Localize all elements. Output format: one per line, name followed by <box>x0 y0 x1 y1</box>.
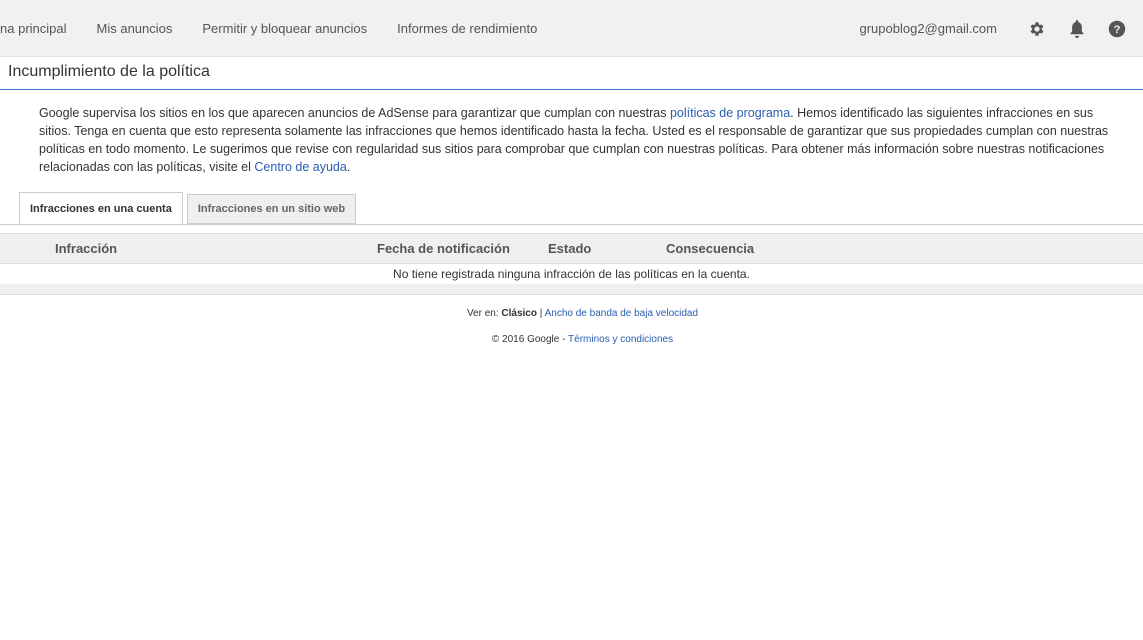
footer-separator: | <box>536 308 545 319</box>
view-options: Ver en: Clásico | Ancho de banda de baja… <box>0 308 1143 319</box>
nav-item-home[interactable]: Página principal <box>0 21 67 36</box>
bell-icon[interactable] <box>1067 19 1087 39</box>
nav-item-performance-reports[interactable]: Informes de rendimiento <box>397 21 537 36</box>
violation-tabs: Infracciones en una cuenta Infracciones … <box>19 192 360 225</box>
page-title: Incumplimiento de la política <box>8 63 210 80</box>
low-bandwidth-link[interactable]: Ancho de banda de baja velocidad <box>545 308 698 319</box>
copyright-text: © 2016 Google - <box>491 334 569 345</box>
terms-link[interactable]: Términos y condiciones <box>568 334 673 345</box>
table-footer-bar <box>0 284 1143 295</box>
title-divider <box>0 89 1143 90</box>
policy-description: Google supervisa los sitios en los que a… <box>39 104 1109 176</box>
svg-text:?: ? <box>1114 23 1121 35</box>
program-policies-link[interactable]: políticas de programa <box>670 106 790 120</box>
main-nav: Página principal Mis anuncios Permitir y… <box>0 0 567 57</box>
help-icon[interactable]: ? <box>1107 19 1127 39</box>
account-email[interactable]: grupoblog2@gmail.com <box>860 21 998 36</box>
help-center-link[interactable]: Centro de ayuda <box>254 160 346 174</box>
column-header-notification-date[interactable]: Fecha de notificación <box>377 241 510 256</box>
description-text-3: . <box>346 160 351 174</box>
description-text-1: Google supervisa los sitios en los que a… <box>39 106 670 120</box>
gear-icon[interactable] <box>1027 19 1047 39</box>
nav-item-allow-block-ads[interactable]: Permitir y bloquear anuncios <box>202 21 367 36</box>
classic-view-label: Clásico <box>501 308 537 319</box>
view-prefix: Ver en: <box>466 308 502 319</box>
account-area: grupoblog2@gmail.com ? <box>860 0 1143 57</box>
copyright-line: © 2016 Google - Términos y condiciones <box>0 334 1143 345</box>
column-header-violation[interactable]: Infracción <box>55 241 117 256</box>
tab-site-violations[interactable]: Infracciones en un sitio web <box>186 194 357 224</box>
tabs-divider <box>0 224 1143 225</box>
violations-table-header: Infracción Fecha de notificación Estado … <box>0 233 1143 264</box>
column-header-consequence[interactable]: Consecuencia <box>666 241 754 256</box>
column-header-status[interactable]: Estado <box>548 241 591 256</box>
tab-account-violations[interactable]: Infracciones en una cuenta <box>19 192 183 225</box>
nav-item-my-ads[interactable]: Mis anuncios <box>97 21 173 36</box>
empty-table-message: No tiene registrada ninguna infracción d… <box>393 267 750 281</box>
top-navigation-bar: Página principal Mis anuncios Permitir y… <box>0 0 1143 57</box>
